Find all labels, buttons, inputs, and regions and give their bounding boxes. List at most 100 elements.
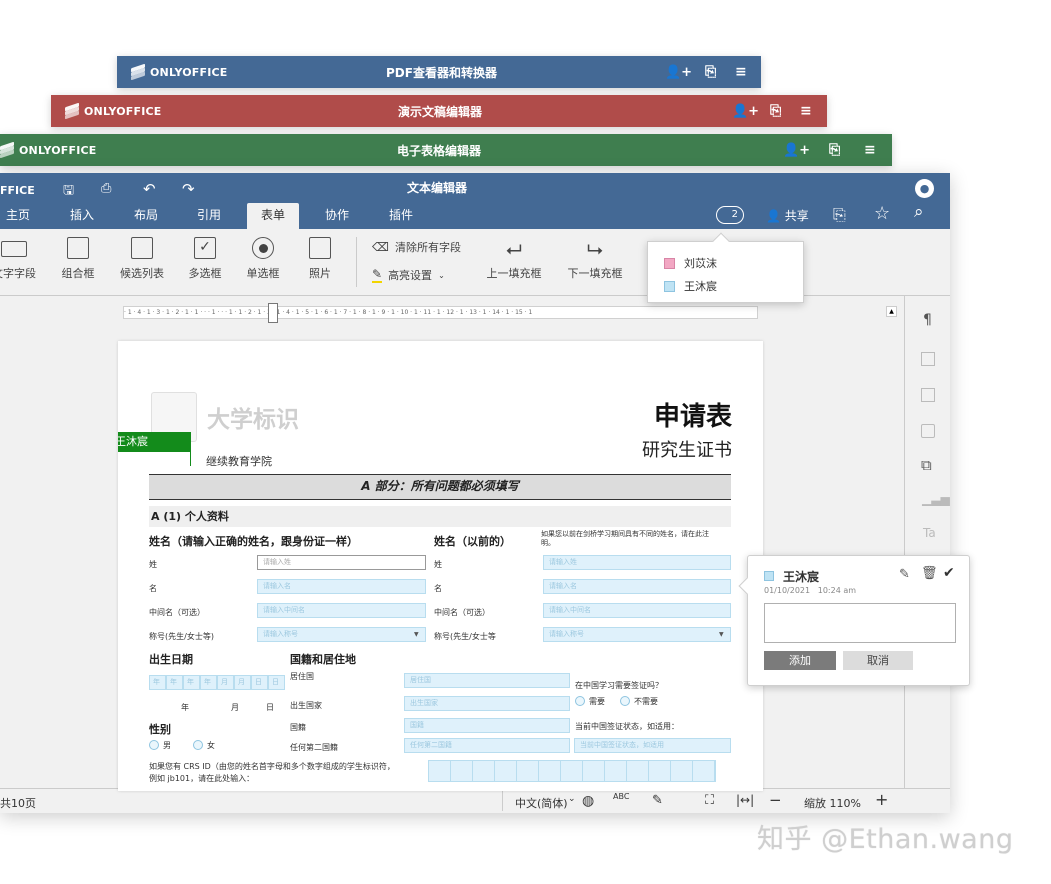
tab-insert[interactable]: 插入 — [56, 203, 108, 229]
former-title-select[interactable]: 请输入称号 — [543, 627, 731, 642]
paragraph-settings-icon[interactable]: ¶ — [923, 312, 932, 328]
toolbar-divider — [356, 237, 357, 287]
globe-icon[interactable]: ◍ — [582, 793, 594, 809]
dob-cell[interactable]: 年 — [149, 675, 166, 690]
save-icon[interactable]: 🖫 — [63, 181, 74, 203]
gender-male-option[interactable]: 男 — [149, 740, 171, 751]
dropdown-button[interactable]: 候选列表 — [112, 237, 172, 281]
users-button[interactable]: 2 — [716, 206, 744, 224]
chart-settings-icon[interactable]: ▁▃▅ — [922, 492, 950, 506]
tab-collaboration[interactable]: 协作 — [311, 203, 363, 229]
previous-field-button[interactable]: ⮠ 上一填充框 — [483, 237, 545, 281]
tab-references[interactable]: 引用 — [183, 203, 235, 229]
redo-icon[interactable]: ↷ — [182, 180, 195, 198]
search-icon[interactable]: ⌕ — [914, 202, 924, 222]
add-user-icon[interactable]: 👤+ — [665, 65, 692, 80]
surname-input[interactable]: 请输入姓 — [257, 555, 426, 570]
former-given-name-input[interactable]: 请输入名 — [543, 579, 731, 594]
text-art-icon[interactable]: Ta — [923, 526, 936, 540]
open-location-icon[interactable]: ⎘ — [705, 64, 716, 80]
visa-yes-option[interactable]: 需要 — [575, 696, 605, 707]
add-user-icon[interactable]: 👤+ — [783, 143, 810, 158]
dob-cell[interactable]: 年 — [166, 675, 183, 690]
menu-icon[interactable]: ≡ — [864, 142, 876, 158]
image-settings-icon[interactable] — [921, 388, 935, 402]
add-user-icon[interactable]: 👤+ — [732, 104, 759, 119]
crs-id-input[interactable] — [428, 760, 716, 782]
former-surname-input[interactable]: 请输入姓 — [543, 555, 731, 570]
middle-name-input[interactable]: 请输入中间名 — [257, 603, 426, 618]
shape-settings-icon[interactable]: ⧉ — [921, 456, 932, 474]
open-location-icon[interactable]: ⎘ — [829, 142, 840, 158]
scroll-up-button[interactable]: ▲ — [886, 306, 897, 317]
text-field-icon — [1, 241, 27, 257]
dob-cell[interactable]: 年 — [200, 675, 217, 690]
zoom-out-button[interactable]: − — [769, 791, 782, 809]
print-icon[interactable]: ⎙ — [101, 181, 111, 196]
tab-layout[interactable]: 布局 — [120, 203, 172, 229]
share-button[interactable]: 👤 共享 — [766, 207, 809, 224]
user-item: 王沐宸 — [664, 278, 717, 294]
dob-cell[interactable]: 日 — [268, 675, 285, 690]
tab-home[interactable]: 主页 — [0, 203, 44, 229]
user-color-swatch — [664, 257, 675, 269]
nationality-input[interactable]: 国籍 — [404, 718, 570, 733]
birth-country-input[interactable]: 出生国家 — [404, 696, 570, 711]
header-footer-icon[interactable] — [921, 424, 935, 438]
given-name-input[interactable]: 请输入名 — [257, 579, 426, 594]
ruler-indent-marker[interactable] — [268, 303, 278, 323]
visa-no-option[interactable]: 不需要 — [620, 696, 658, 707]
favorite-star-icon[interactable]: ☆ — [874, 203, 890, 224]
text-field-button[interactable]: 文字字段 — [0, 237, 44, 281]
fit-page-icon[interactable]: ⛶ — [705, 793, 714, 808]
zoom-in-button[interactable]: + — [875, 790, 888, 809]
dob-cell[interactable]: 日 — [251, 675, 268, 690]
residence-country-input[interactable]: 居住国 — [404, 673, 570, 688]
account-icon[interactable]: ● — [915, 179, 934, 198]
title-select[interactable]: 请输入称号 — [257, 627, 426, 642]
editor-tag: 王沐宸 — [118, 432, 191, 452]
clear-fields-button[interactable]: ⌫ 清除所有字段 — [372, 239, 461, 255]
image-button[interactable]: 照片 — [290, 237, 350, 281]
menu-icon[interactable]: ≡ — [735, 64, 747, 80]
language-selector[interactable]: 中文(简体) — [515, 795, 568, 811]
chevron-down-icon: ⌄ — [568, 794, 576, 804]
former-middle-name-input[interactable]: 请输入中间名 — [543, 603, 731, 618]
tab-forms[interactable]: 表单 — [247, 203, 300, 229]
table-settings-icon[interactable] — [921, 352, 935, 366]
dob-cell[interactable]: 月 — [217, 675, 234, 690]
checkbox-button[interactable]: ✓ 多选框 — [175, 237, 235, 281]
open-location-icon[interactable]: ⎘ — [833, 205, 846, 225]
former-given-name-label: 名 — [434, 584, 442, 593]
next-field-button[interactable]: ⮡ 下一填充框 — [564, 237, 626, 281]
edit-icon[interactable]: ✎ — [899, 567, 910, 582]
radio-icon[interactable] — [620, 696, 630, 706]
fit-width-icon[interactable]: |↔| — [736, 793, 754, 807]
spellcheck-icon[interactable]: ABC — [613, 792, 629, 801]
undo-icon[interactable]: ↶ — [143, 180, 156, 198]
resolve-check-icon[interactable]: ✔ — [943, 565, 955, 581]
document-page[interactable]: 大学标识 王沐宸 继续教育学院 申请表 研究生证书 A 部分：所有问题都必须填写… — [118, 341, 763, 791]
ruler[interactable]: · 1 · 4 · 1 · 3 · 1 · 2 · 1 · 1 · · · 1 … — [123, 306, 758, 319]
second-nationality-input[interactable]: 任何第二国籍 — [404, 738, 570, 753]
radio-icon[interactable] — [193, 740, 203, 750]
combo-box-button[interactable]: 组合框 — [48, 237, 108, 281]
highlight-settings-button[interactable]: ✎ 高亮设置 ⌄ — [372, 267, 445, 283]
radio-icon[interactable] — [575, 696, 585, 706]
open-location-icon[interactable]: ⎘ — [770, 103, 781, 119]
track-changes-icon[interactable]: ✎ — [652, 793, 663, 808]
former-surname-label: 姓 — [434, 560, 442, 569]
dob-cells[interactable]: 年 年 年 年 月 月 日 日 — [149, 675, 285, 690]
dob-cell[interactable]: 年 — [183, 675, 200, 690]
radio-icon[interactable] — [149, 740, 159, 750]
menu-icon[interactable]: ≡ — [800, 103, 812, 119]
cancel-comment-button[interactable]: 取消 — [843, 651, 913, 670]
comment-textarea[interactable] — [764, 603, 956, 643]
add-comment-button[interactable]: 添加 — [764, 651, 836, 670]
visa-status-input[interactable]: 当前中国签证状态，如适用 — [574, 738, 731, 753]
gender-female-option[interactable]: 女 — [193, 740, 215, 751]
delete-icon[interactable]: 🗑 — [921, 566, 938, 581]
tab-plugins[interactable]: 插件 — [375, 203, 427, 229]
dob-cell[interactable]: 月 — [234, 675, 251, 690]
radio-button-button[interactable]: 单选框 — [233, 237, 293, 281]
